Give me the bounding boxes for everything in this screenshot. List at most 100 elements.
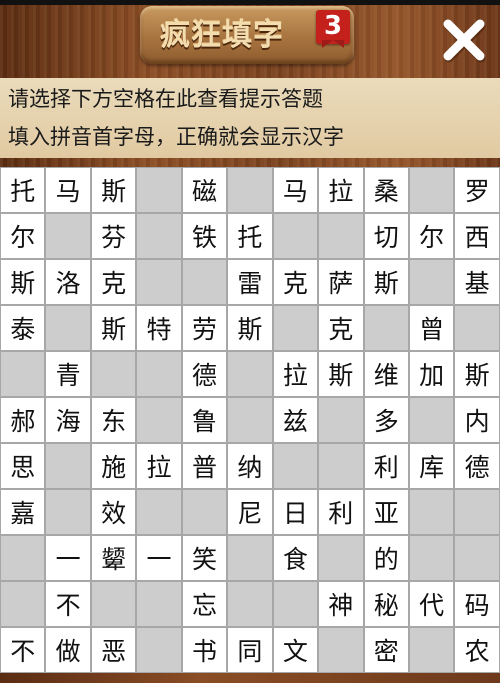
grid-cell[interactable]: 斯 [318,351,364,397]
grid-cell[interactable]: 效 [90,489,137,535]
grid-cell[interactable]: 斯 [90,305,137,351]
grid-cell[interactable]: 日 [272,489,319,535]
grid-cell-blocked [408,397,455,443]
grid-cell[interactable]: 维 [363,351,409,397]
grid-cell-blocked [45,305,91,351]
grid-cell[interactable]: 克 [318,305,364,351]
grid-cell[interactable]: 罗 [454,167,500,213]
grid-cell[interactable]: 芬 [90,213,137,259]
grid-cell[interactable]: 尼 [227,489,273,535]
grid-cell[interactable]: 秘 [363,581,409,627]
grid-cell[interactable]: 书 [181,627,228,673]
grid-cell[interactable]: 利 [318,489,364,535]
close-button[interactable] [438,14,490,66]
grid-cell[interactable]: 施 [90,443,137,489]
grid-cell[interactable]: 雷 [227,259,273,305]
grid-cell[interactable]: 斯 [363,259,409,305]
grid-cell[interactable]: 忘 [181,581,228,627]
grid-cell[interactable]: 密 [363,627,409,673]
grid-cell[interactable]: 东 [90,397,137,443]
grid-cell[interactable]: 特 [136,305,182,351]
grid-cell[interactable]: 曾 [408,305,455,351]
grid-cell[interactable]: 德 [454,443,500,489]
grid-cell[interactable]: 做 [45,627,91,673]
grid-cell[interactable]: 拉 [272,351,319,397]
grid-cell[interactable]: 加 [408,351,455,397]
grid-cell[interactable]: 西 [454,213,500,259]
grid-cell[interactable]: 斯 [0,259,46,305]
grid-cell[interactable]: 的 [363,535,409,581]
grid-cell[interactable]: 斯 [454,351,500,397]
grid-cell-blocked [136,581,182,627]
grid-cell[interactable]: 尔 [0,213,46,259]
grid-cell[interactable]: 一 [45,535,91,581]
grid-cell[interactable]: 亚 [363,489,409,535]
grid-cell-blocked [408,627,455,673]
grid-cell[interactable]: 利 [363,443,409,489]
grid-cell[interactable]: 码 [454,581,500,627]
grid-cell[interactable]: 嘉 [0,489,46,535]
grid-cell[interactable]: 内 [454,397,500,443]
grid-cell-blocked [272,581,319,627]
grid-cell[interactable]: 克 [90,259,137,305]
grid-cell[interactable]: 磁 [181,167,228,213]
grid-cell[interactable]: 郝 [0,397,46,443]
grid-cell[interactable]: 萨 [318,259,364,305]
grid-cell[interactable]: 颦 [90,535,137,581]
grid-cell[interactable]: 库 [408,443,455,489]
grid-cell[interactable]: 神 [318,581,364,627]
grid-cell[interactable]: 兹 [272,397,319,443]
grid-cell-blocked [181,259,228,305]
grid-cell[interactable]: 克 [272,259,319,305]
grid-cell[interactable]: 代 [408,581,455,627]
grid-cell[interactable]: 食 [272,535,319,581]
grid-cell[interactable]: 不 [0,627,46,673]
grid-cell[interactable]: 思 [0,443,46,489]
grid-cell[interactable]: 恶 [90,627,137,673]
grid-cell-blocked [318,397,364,443]
grid-cell[interactable]: 不 [45,581,91,627]
grid-cell[interactable]: 海 [45,397,91,443]
grid-cell[interactable]: 鲁 [181,397,228,443]
grid-cell[interactable]: 多 [363,397,409,443]
grid-cell[interactable]: 尔 [408,213,455,259]
grid-cell-blocked [318,535,364,581]
grid-cell[interactable]: 泰 [0,305,46,351]
grid-cell[interactable]: 切 [363,213,409,259]
grid-cell[interactable]: 纳 [227,443,273,489]
grid-cell-blocked [408,167,455,213]
grid-cell[interactable]: 德 [181,351,228,397]
grid-cell[interactable]: 普 [181,443,228,489]
grid-cell[interactable]: 斯 [227,305,273,351]
grid-cell[interactable]: 马 [45,167,91,213]
grid-cell-blocked [90,351,137,397]
hint-text-line-1: 请选择下方空格在此查看提示答题 [8,87,323,111]
grid-cell[interactable]: 拉 [136,443,182,489]
hint-text-line-2: 填入拼音首字母，正确就会显示汉字 [8,125,344,149]
grid-cell-blocked [136,213,182,259]
grid-cell-blocked [272,213,319,259]
grid-cell[interactable]: 托 [227,213,273,259]
grid-cell[interactable]: 斯 [90,167,137,213]
grid-cell-blocked [318,213,364,259]
grid-cell[interactable]: 一 [136,535,182,581]
grid-cell[interactable]: 农 [454,627,500,673]
grid-cell[interactable]: 托 [0,167,46,213]
grid-cell[interactable]: 铁 [181,213,228,259]
grid-cell-blocked [0,351,46,397]
grid-cell[interactable]: 洛 [45,259,91,305]
grid-cell[interactable]: 同 [227,627,273,673]
grid-cell[interactable]: 拉 [318,167,364,213]
grid-cell[interactable]: 基 [454,259,500,305]
grid-cell[interactable]: 马 [272,167,319,213]
grid-cell[interactable]: 桑 [363,167,409,213]
grid-cell[interactable]: 劳 [181,305,228,351]
grid-cell[interactable]: 青 [45,351,91,397]
ribbon-tail [322,40,344,48]
bottom-wood-edge [0,673,500,683]
grid-cell-blocked [136,397,182,443]
grid-cell[interactable]: 文 [272,627,319,673]
grid-cell[interactable]: 笑 [181,535,228,581]
grid-cell-blocked [363,305,409,351]
grid-cell-blocked [454,535,500,581]
